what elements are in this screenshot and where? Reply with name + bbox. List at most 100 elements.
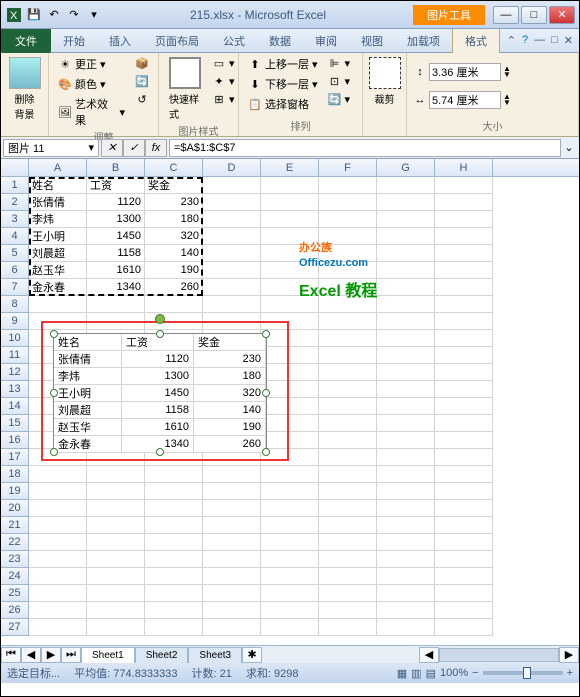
cell[interactable]: 190 <box>145 262 203 279</box>
bring-forward-button[interactable]: ⬆上移一层 ▾ <box>245 55 321 73</box>
cell[interactable] <box>87 313 145 330</box>
rotate-handle[interactable] <box>155 314 165 324</box>
cell[interactable]: 1450 <box>87 228 145 245</box>
cell[interactable] <box>29 585 87 602</box>
change-picture-button[interactable]: 🔄 <box>132 73 152 89</box>
remove-background-button[interactable]: 删除背景 <box>7 55 42 123</box>
row-header[interactable]: 7 <box>1 279 29 296</box>
cell[interactable] <box>435 228 493 245</box>
cell[interactable] <box>145 500 203 517</box>
picture-effects-button[interactable]: ✦▾ <box>209 73 238 89</box>
cell[interactable]: 金永春 <box>29 279 87 296</box>
row-header[interactable]: 23 <box>1 551 29 568</box>
cell[interactable] <box>203 313 261 330</box>
save-icon[interactable]: 💾 <box>25 6 43 24</box>
cell[interactable] <box>261 381 319 398</box>
send-backward-button[interactable]: ⬇下移一层 ▾ <box>245 75 321 93</box>
cell[interactable] <box>377 551 435 568</box>
cell[interactable] <box>261 211 319 228</box>
cell[interactable] <box>377 585 435 602</box>
cell[interactable] <box>435 551 493 568</box>
cell[interactable] <box>203 602 261 619</box>
row-header[interactable]: 19 <box>1 483 29 500</box>
cell[interactable] <box>435 585 493 602</box>
cell[interactable] <box>377 177 435 194</box>
cell[interactable] <box>319 517 377 534</box>
cell[interactable] <box>319 415 377 432</box>
tab-layout[interactable]: 页面布局 <box>143 29 211 53</box>
maximize-button[interactable]: □ <box>521 6 547 24</box>
cell[interactable] <box>319 449 377 466</box>
cell[interactable] <box>29 602 87 619</box>
cell[interactable] <box>261 466 319 483</box>
quick-styles-button[interactable]: 快速样式 <box>165 55 205 123</box>
cell[interactable] <box>261 398 319 415</box>
group-button[interactable]: ⊡▾ <box>325 73 354 89</box>
row-header[interactable]: 5 <box>1 245 29 262</box>
view-normal-icon[interactable]: ▦ <box>397 667 407 680</box>
cell[interactable] <box>145 568 203 585</box>
row-header[interactable]: 24 <box>1 568 29 585</box>
cell[interactable]: 260 <box>145 279 203 296</box>
cell[interactable] <box>319 602 377 619</box>
row-header[interactable]: 16 <box>1 432 29 449</box>
rotate-button[interactable]: 🔄▾ <box>325 91 354 107</box>
cell[interactable] <box>319 211 377 228</box>
crop-button[interactable]: 裁剪 <box>369 55 400 108</box>
cell[interactable]: 王小明 <box>29 228 87 245</box>
cell[interactable] <box>145 483 203 500</box>
cell[interactable] <box>377 500 435 517</box>
sheet-tab-2[interactable]: Sheet2 <box>135 647 189 663</box>
cell[interactable] <box>435 347 493 364</box>
cell[interactable] <box>435 177 493 194</box>
cell[interactable] <box>435 262 493 279</box>
namebox-dropdown-icon[interactable]: ▾ <box>88 141 94 154</box>
handle-n[interactable] <box>156 330 164 338</box>
cell[interactable] <box>145 585 203 602</box>
cell[interactable] <box>145 466 203 483</box>
cell[interactable] <box>435 211 493 228</box>
corrections-button[interactable]: ☀更正 ▾ <box>55 55 128 73</box>
column-header-F[interactable]: F <box>319 159 377 176</box>
cell[interactable] <box>377 568 435 585</box>
cell[interactable] <box>319 177 377 194</box>
cell[interactable] <box>435 296 493 313</box>
cell[interactable] <box>261 585 319 602</box>
cell[interactable] <box>261 194 319 211</box>
cell[interactable] <box>87 483 145 500</box>
linked-picture[interactable]: 姓名工资奖金张倩倩1120230李炜1300180王小明1450320刘晨超11… <box>53 333 267 453</box>
cell[interactable] <box>29 296 87 313</box>
scroll-left-button[interactable]: ◀ <box>419 647 439 663</box>
cell[interactable] <box>87 296 145 313</box>
cell[interactable] <box>377 415 435 432</box>
cell[interactable] <box>87 534 145 551</box>
close-button[interactable]: ✕ <box>549 6 575 24</box>
cell[interactable] <box>319 466 377 483</box>
cell[interactable] <box>87 500 145 517</box>
row-header[interactable]: 20 <box>1 500 29 517</box>
row-header[interactable]: 15 <box>1 415 29 432</box>
row-header[interactable]: 25 <box>1 585 29 602</box>
cell[interactable] <box>87 466 145 483</box>
zoom-out-button[interactable]: − <box>472 667 478 679</box>
row-header[interactable]: 27 <box>1 619 29 636</box>
cell[interactable] <box>377 432 435 449</box>
cell[interactable] <box>319 568 377 585</box>
row-header[interactable]: 8 <box>1 296 29 313</box>
cell[interactable]: 李炜 <box>29 211 87 228</box>
cell[interactable] <box>435 534 493 551</box>
doc-restore-icon[interactable]: □ <box>551 34 558 47</box>
cell[interactable] <box>319 551 377 568</box>
row-header[interactable]: 14 <box>1 398 29 415</box>
cell[interactable] <box>435 398 493 415</box>
handle-sw[interactable] <box>50 448 58 456</box>
undo-icon[interactable]: ↶ <box>45 6 63 24</box>
cell[interactable] <box>319 534 377 551</box>
row-header[interactable]: 10 <box>1 330 29 347</box>
tab-insert[interactable]: 插入 <box>97 29 143 53</box>
cell[interactable] <box>29 500 87 517</box>
column-header-G[interactable]: G <box>377 159 435 176</box>
cell[interactable] <box>435 619 493 636</box>
new-sheet-button[interactable]: ✱ <box>242 647 262 663</box>
cell[interactable] <box>87 568 145 585</box>
